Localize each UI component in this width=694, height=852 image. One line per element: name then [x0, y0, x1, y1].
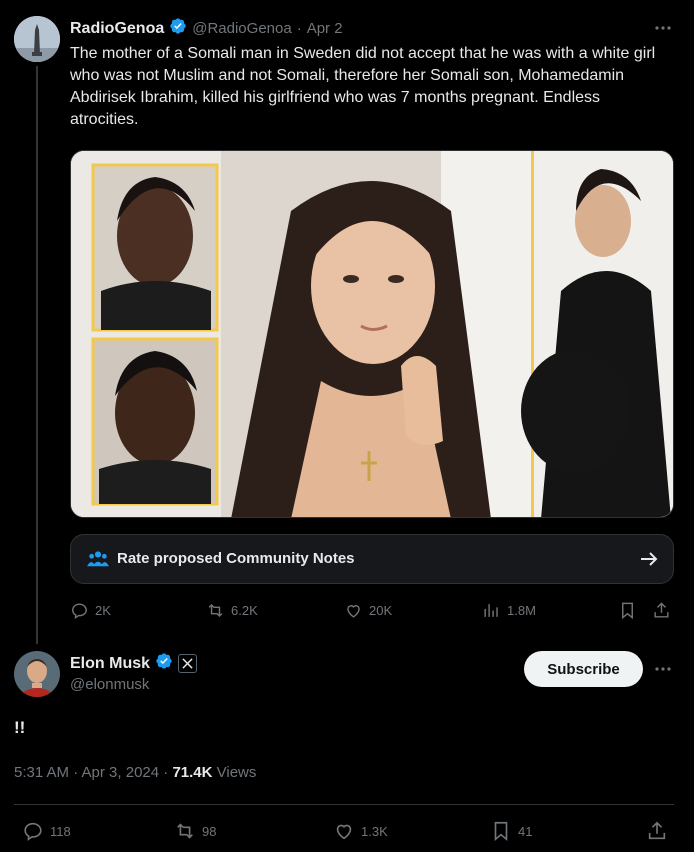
reply-views-count: 71.4K: [172, 764, 213, 781]
like-button[interactable]: 20K: [344, 601, 392, 620]
thread-connector-line: [36, 66, 38, 644]
repost-count: 6.2K: [231, 603, 258, 618]
reply-icon: [24, 822, 42, 841]
reply-share-button[interactable]: [646, 820, 668, 842]
arrow-right-icon: [639, 550, 659, 573]
community-notes-label: Rate proposed Community Notes: [117, 550, 355, 567]
reply-like-count: 1.3K: [361, 823, 388, 839]
elon-musk-avatar[interactable]: [14, 651, 60, 697]
bookmark-icon: [622, 602, 633, 620]
reply-like-button[interactable]: 1.3K: [333, 820, 388, 842]
heart-icon: [347, 605, 360, 618]
post-text: The mother of a Somali man in Sweden did…: [70, 45, 656, 128]
reply-count: 2K: [95, 603, 111, 618]
people-icon: [87, 549, 109, 574]
author-handle[interactable]: @RadioGenoa: [192, 20, 291, 37]
repost-button[interactable]: 6.2K: [206, 601, 258, 620]
reply-repost-button[interactable]: 98: [174, 820, 216, 842]
x-affiliate-badge-icon[interactable]: [178, 654, 198, 673]
author-name[interactable]: RadioGenoa: [70, 20, 164, 38]
like-count: 20K: [369, 603, 393, 618]
post-header: RadioGenoa @RadioGenoa · Apr 2: [70, 17, 343, 40]
verified-badge-icon[interactable]: [155, 652, 173, 675]
reply-header: Elon Musk: [70, 652, 198, 675]
reply-bookmark-count: 41: [518, 823, 533, 839]
community-notes-bar[interactable]: Rate proposed Community Notes: [70, 534, 674, 584]
divider: [14, 804, 674, 805]
dot-separator: ·: [296, 20, 302, 37]
subscribe-button[interactable]: Subscribe: [524, 651, 643, 687]
bookmark-button[interactable]: [618, 601, 637, 620]
radiogenoa-avatar[interactable]: [14, 16, 60, 62]
more-options-icon[interactable]: [650, 659, 676, 679]
reply-timestamp-line: 5:31 AM · Apr 3, 2024 · 71.4K Views: [14, 764, 256, 781]
reply-author-handle[interactable]: @elonmusk: [70, 676, 149, 693]
post-date[interactable]: Apr 2: [307, 20, 343, 37]
reply-icon: [72, 603, 87, 620]
reply-reply-button[interactable]: 118: [22, 820, 71, 842]
bookmark-icon: [494, 821, 508, 842]
reply-views-label: Views: [212, 764, 257, 781]
views-count: 1.8M: [507, 603, 536, 618]
more-options-icon[interactable]: [650, 18, 676, 38]
reply-reply-count: 118: [50, 823, 71, 839]
reply-bookmark-button[interactable]: 41: [490, 820, 532, 842]
views-chart-icon: [484, 604, 498, 617]
repost-icon: [177, 823, 193, 839]
heart-icon: [336, 824, 352, 840]
share-icon: [654, 602, 669, 618]
reply-author-name[interactable]: Elon Musk: [70, 655, 150, 673]
reply-timestamp[interactable]: 5:31 AM · Apr 3, 2024 ·: [14, 764, 172, 781]
reply-repost-count: 98: [202, 823, 217, 839]
verified-badge-icon[interactable]: [169, 17, 187, 40]
post-media-image[interactable]: [70, 150, 674, 518]
repost-icon: [208, 603, 223, 618]
views-button[interactable]: 1.8M: [482, 601, 536, 620]
share-icon: [648, 821, 666, 840]
reply-text: !!: [14, 718, 26, 737]
reply-button[interactable]: 2K: [70, 601, 111, 620]
share-button[interactable]: [652, 601, 671, 620]
